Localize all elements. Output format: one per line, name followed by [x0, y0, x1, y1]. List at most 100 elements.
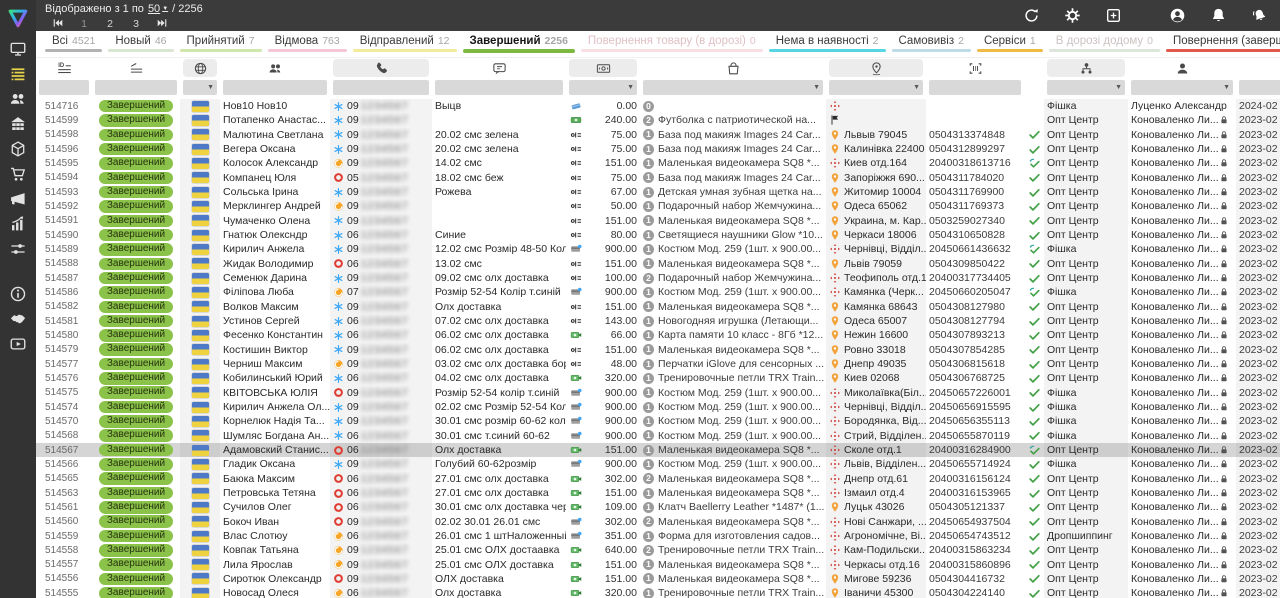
order-row[interactable]: 514598ЗавершенийМалютина Светлана0912345… — [36, 128, 1280, 142]
create-button[interactable] — [1102, 5, 1124, 27]
tab-accepted[interactable]: Прийнятий7 — [178, 33, 264, 54]
filter-input-date[interactable] — [1239, 80, 1280, 95]
order-row[interactable]: 514566ЗавершенийГладик Оксана091234567Го… — [36, 457, 1280, 471]
sidebar-item-tutorials[interactable] — [0, 331, 36, 356]
tab-return-completed[interactable]: Повернення (завершений)125 — [1164, 33, 1280, 54]
app-logo[interactable] — [0, 0, 36, 36]
order-row[interactable]: 514579ЗавершенийКостишин Виктор091234567… — [36, 343, 1280, 357]
tab-pickup[interactable]: Самовивіз2 — [890, 33, 973, 54]
tab-shipped[interactable]: Відправлений12 — [351, 33, 459, 54]
tab-services[interactable]: Сервіси1 — [975, 33, 1045, 54]
order-row[interactable]: 514587ЗавершенийСеменюк Дарина0912345670… — [36, 271, 1280, 285]
tab-out-of-stock[interactable]: Нема в наявності2 — [767, 33, 888, 54]
filter-input-id[interactable] — [39, 80, 89, 95]
order-row[interactable]: 514586ЗавершенийФіліпова Люба071234567Ро… — [36, 285, 1280, 299]
tab-completed[interactable]: Завершений2256 — [461, 33, 577, 54]
tab-declined[interactable]: Відмова763 — [266, 33, 349, 54]
order-row[interactable]: 514576ЗавершенийКобилинський Юрий0612345… — [36, 371, 1280, 385]
filter-input-manager[interactable]: ▼ — [1131, 80, 1233, 95]
column-header-funnel[interactable] — [1044, 58, 1128, 78]
filter-input-status[interactable] — [95, 80, 177, 95]
notifications-button[interactable] — [1207, 5, 1229, 27]
column-header-phone[interactable] — [330, 58, 432, 78]
order-row[interactable]: 514567ЗавершенийАдамовский Станис...0612… — [36, 443, 1280, 457]
sidebar-item-orders[interactable] — [0, 61, 36, 86]
order-row[interactable]: 514580ЗавершенийФесенко Константин061234… — [36, 328, 1280, 342]
order-row[interactable]: 514560ЗавершенийБокоч Иван09123456702.02… — [36, 515, 1280, 529]
sidebar-item-products[interactable] — [0, 136, 36, 161]
sidebar-item-settings[interactable] — [0, 236, 36, 261]
order-comment: Розмір 52-54 колір т.синій — [432, 386, 566, 400]
filter-input-product[interactable]: ▼ — [643, 80, 823, 95]
filter-input-loc[interactable]: ▼ — [829, 80, 923, 95]
page-number-3[interactable]: 3 — [123, 18, 149, 30]
sidebar-item-partners[interactable] — [0, 306, 36, 331]
column-header-loc[interactable] — [826, 58, 926, 78]
sidebar-item-purchases[interactable] — [0, 161, 36, 186]
page-number-1[interactable]: 1 — [71, 18, 97, 30]
sidebar-item-warehouse[interactable] — [0, 111, 36, 136]
column-header-track[interactable] — [926, 58, 1024, 78]
order-row[interactable]: 514559ЗавершенийВлас Слотюу06123456726.0… — [36, 529, 1280, 543]
filter-input-pay[interactable]: ▼ — [569, 80, 637, 95]
order-row[interactable]: 514558ЗавершенийКовпак Татьяна0912345672… — [36, 543, 1280, 557]
tab-all[interactable]: Всі4521 — [43, 33, 104, 54]
filter-input-funnel[interactable]: ▼ — [1047, 80, 1125, 95]
page-number-2[interactable]: 2 — [97, 18, 123, 30]
first-page-button[interactable] — [45, 17, 71, 30]
filter-input-comment[interactable] — [435, 80, 563, 95]
order-row[interactable]: 514561ЗавершенийСучилов Олег06123456730.… — [36, 500, 1280, 514]
refresh-button[interactable] — [1020, 5, 1042, 27]
order-row[interactable]: 514589ЗавершенийКирилич Анжела0912345671… — [36, 242, 1280, 256]
order-row[interactable]: 514588ЗавершенийЖидак Володимир061234567… — [36, 257, 1280, 271]
order-row[interactable]: 514595ЗавершенийКолосок Александр0912345… — [36, 156, 1280, 170]
filter-input-track[interactable] — [929, 80, 1021, 95]
order-row[interactable]: 514575ЗавершенийКВІТОВСЬКА ЮЛІЯ091234567… — [36, 386, 1280, 400]
announcements-button[interactable] — [1248, 5, 1270, 27]
filter-input-name[interactable] — [223, 80, 327, 95]
column-header-check[interactable] — [1024, 58, 1044, 78]
order-row[interactable]: 514555ЗавершенийНовосад Олеся061234567Ол… — [36, 586, 1280, 598]
order-row[interactable]: 514594ЗавершенийКомпанец Юля05123456718.… — [36, 171, 1280, 185]
tab-return-in-transit[interactable]: Повернення товару (в дорозі)0 — [579, 33, 765, 54]
filter-input-phone[interactable] — [333, 80, 429, 95]
order-row[interactable]: 514570ЗавершенийКорнелюк Надія Та...0912… — [36, 414, 1280, 428]
order-row[interactable]: 514581ЗавершенийУстинов Сергей0612345670… — [36, 314, 1280, 328]
order-row[interactable]: 514565ЗавершенийБаюка Максим06123456727.… — [36, 472, 1280, 486]
sidebar-item-marketing[interactable] — [0, 186, 36, 211]
order-row[interactable]: 514577ЗавершенийЧерниш Максим09123456703… — [36, 357, 1280, 371]
tab-new[interactable]: Новый46 — [106, 33, 175, 54]
page-size-dropdown[interactable]: 50▼ — [148, 3, 168, 15]
sidebar-item-clients[interactable] — [0, 86, 36, 111]
order-row[interactable]: 514557ЗавершенийЛила Ярослав09123456725.… — [36, 558, 1280, 572]
column-header-date[interactable] — [1236, 58, 1280, 78]
sidebar-item-dashboard[interactable] — [0, 36, 36, 61]
order-row[interactable]: 514590ЗавершенийГнатюк Олексндр061234567… — [36, 228, 1280, 242]
order-row[interactable]: 514591ЗавершенийЧумаченко Олена091234567… — [36, 214, 1280, 228]
order-row[interactable]: 514596ЗавершенийВегера Оксана09123456720… — [36, 142, 1280, 156]
sidebar-item-info[interactable] — [0, 281, 36, 306]
sidebar-item-statistics[interactable] — [0, 211, 36, 236]
column-header-id[interactable] — [36, 58, 92, 78]
order-row[interactable]: 514582ЗавершенийВолков Максим091234567Ол… — [36, 300, 1280, 314]
column-header-product[interactable] — [640, 58, 826, 78]
order-row[interactable]: 514592ЗавершенийМерклингер Андрей0912345… — [36, 199, 1280, 213]
tab-on-way-home[interactable]: В дорозі додому0 — [1047, 33, 1162, 54]
settings-button[interactable] — [1061, 5, 1083, 27]
column-header-pay[interactable] — [566, 58, 640, 78]
order-row[interactable]: 514556ЗавершенийСиротюк Олександр0912345… — [36, 572, 1280, 586]
order-row[interactable]: 514568ЗавершенийШумляс Богдана Ан...0612… — [36, 429, 1280, 443]
order-row[interactable]: 514716ЗавершенийНов10 Нов10091234567Выцв… — [36, 99, 1280, 113]
profile-button[interactable] — [1166, 5, 1188, 27]
order-row[interactable]: 514563ЗавершенийПетровська Тетяна0612345… — [36, 486, 1280, 500]
column-header-flag[interactable] — [180, 58, 220, 78]
order-row[interactable]: 514574ЗавершенийКирилич Анжела Ол...0912… — [36, 400, 1280, 414]
order-row[interactable]: 514599ЗавершенийПотапенко Анастас...0912… — [36, 113, 1280, 127]
column-header-manager[interactable] — [1128, 58, 1236, 78]
filter-input-flag[interactable]: ▼ — [183, 80, 217, 95]
order-row[interactable]: 514593ЗавершенийСольська Ірина091234567Р… — [36, 185, 1280, 199]
column-header-status[interactable] — [92, 58, 180, 78]
column-header-comment[interactable] — [432, 58, 566, 78]
column-header-name[interactable] — [220, 58, 330, 78]
last-page-button[interactable] — [149, 17, 175, 30]
